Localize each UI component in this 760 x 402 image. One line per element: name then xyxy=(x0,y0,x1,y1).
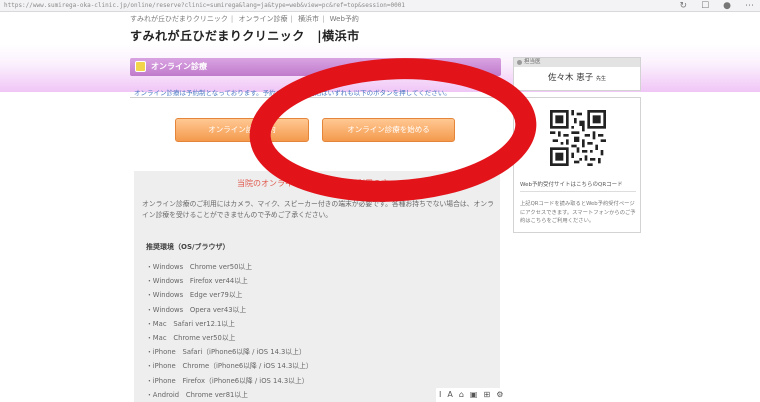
env-title: 推奨環境（OS/ブラウザ） xyxy=(146,243,230,251)
qr-description: 上記QRコードを読み取るとWeb予約受付ページにアクセスできます。スマートフォン… xyxy=(520,201,636,224)
breadcrumb-item[interactable]: オンライン診療 xyxy=(238,15,287,23)
refresh-icon[interactable]: ↻ xyxy=(680,0,688,12)
breadcrumb-separator: | xyxy=(322,15,325,23)
tab-icon[interactable]: ☐ xyxy=(701,0,709,12)
breadcrumb-item: Web予約 xyxy=(329,15,359,23)
start-online-consultation-button[interactable]: オンライン診療を始める xyxy=(322,118,455,142)
divider xyxy=(520,191,636,192)
menu-icon[interactable]: ⋯ xyxy=(745,0,754,12)
browser-toolbar-icons: ↻ ☐ ● ⋯ xyxy=(680,0,754,12)
env-list: ・Windows Chrome ver50以上 ・Windows Firefox… xyxy=(146,260,313,402)
breadcrumb-separator: | xyxy=(230,15,234,23)
doctor-card: 担当医 佐々木 恵子 先生 xyxy=(513,57,641,91)
breadcrumb-item[interactable]: 横浜市 xyxy=(298,15,319,23)
list-item: ・Mac Safari ver12.1以上 xyxy=(146,319,235,328)
url-text[interactable]: https://www.sumirega-oka-clinic.jp/onlin… xyxy=(4,0,644,12)
info-body: オンライン診療のご利用にはカメラ、マイク、スピーカー付きの端末が必要です。各種お… xyxy=(142,200,494,219)
divider xyxy=(130,97,501,98)
list-item: ・Mac Chrome ver50以上 xyxy=(146,333,236,342)
floating-mini-toolbar: I A ⌂ ▣ ⊞ ⚙ xyxy=(436,388,536,402)
doctor-name-row: 佐々木 恵子 先生 xyxy=(514,71,640,83)
font-icon[interactable]: A xyxy=(447,388,452,402)
list-item: ・Windows Opera ver43以上 xyxy=(146,305,247,314)
doctor-name: 佐々木 恵子 xyxy=(548,73,594,83)
home-icon[interactable]: ⌂ xyxy=(459,388,464,402)
qr-caption: Web予約受付サイトはこちらのQRコード xyxy=(520,182,623,188)
list-item: ・Android Chrome ver81以上 xyxy=(146,390,248,399)
list-item: ・Windows Firefox ver44以上 xyxy=(146,277,248,286)
section-heading-bar: オンライン診療 xyxy=(130,58,501,76)
info-title: 当院のオンライン診療を初めてご利用の方へ xyxy=(237,179,397,188)
notice-text: オンライン診療は予約制となっております。予約または診察開始はいずれも以下のボタン… xyxy=(134,89,451,97)
text-cursor-icon[interactable]: I xyxy=(439,388,441,402)
section-heading: オンライン診療 xyxy=(151,62,207,71)
first-time-info-box: 当院のオンライン診療を初めてご利用の方へ オンライン診療のご利用にはカメラ、マイ… xyxy=(134,171,500,402)
profile-icon[interactable]: ● xyxy=(723,0,731,12)
section-badge-icon xyxy=(135,61,146,72)
list-item: ・Windows Chrome ver50以上 xyxy=(146,263,252,271)
list-item: ・iPhone Safari（iPhone6以降 / iOS 14.3以上） xyxy=(146,348,306,357)
breadcrumb-item[interactable]: すみれが丘ひだまりクリニック xyxy=(130,15,228,23)
browser-address-bar[interactable]: https://www.sumirega-oka-clinic.jp/onlin… xyxy=(0,0,760,12)
doctor-icon xyxy=(517,60,522,65)
grid-icon[interactable]: ⊞ xyxy=(483,388,490,402)
settings-icon[interactable]: ⚙ xyxy=(496,388,503,402)
list-item: ・iPhone Firefox（iPhone6以降 / iOS 14.3以上） xyxy=(146,376,309,385)
site-title[interactable]: すみれが丘ひだまりクリニック |横浜市 xyxy=(130,27,360,44)
qr-card: Web予約受付サイトはこちらのQRコード 上記QRコードを読み取るとWeb予約受… xyxy=(513,97,641,233)
breadcrumb: すみれが丘ひだまりクリニック | オンライン診療 | 横浜市 | Web予約 xyxy=(130,14,362,24)
online-reservation-button[interactable]: オンライン診療予約 xyxy=(175,118,309,142)
list-item: ・iPhone Chrome（iPhone6以降 / iOS 14.3以上） xyxy=(146,362,313,371)
list-item: ・Windows Edge ver79以上 xyxy=(146,291,243,300)
doctor-suffix: 先生 xyxy=(595,76,606,82)
save-icon[interactable]: ▣ xyxy=(470,388,478,402)
breadcrumb-separator: | xyxy=(290,15,293,23)
doctor-label-row: 担当医 xyxy=(514,58,640,67)
qr-code-icon[interactable] xyxy=(550,110,606,166)
doctor-label: 担当医 xyxy=(524,59,541,65)
